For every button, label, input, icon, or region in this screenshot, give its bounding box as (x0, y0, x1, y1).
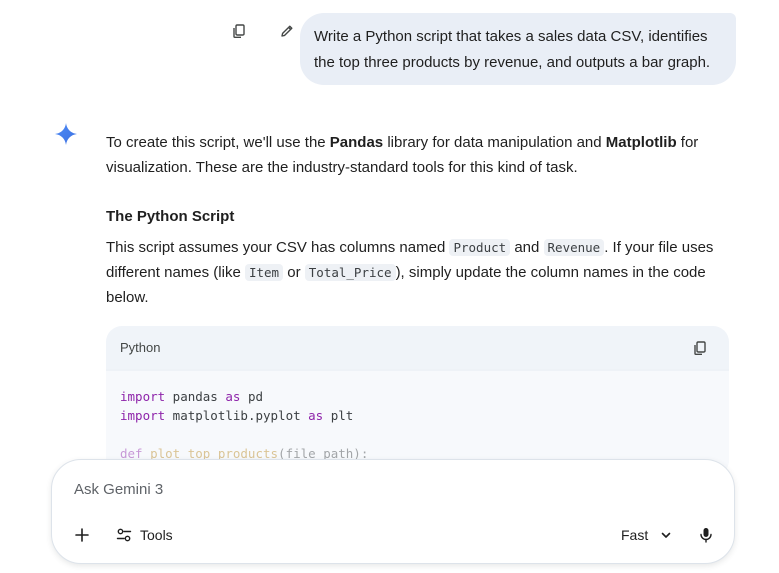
inline-code-total-price: Total_Price (304, 264, 396, 281)
chat-page: Write a Python script that takes a sales… (0, 0, 779, 573)
code-text: pd (240, 389, 264, 404)
section-heading: The Python Script (106, 208, 235, 225)
prompt-composer: Tools Fast (51, 459, 735, 564)
code-keyword: as (225, 389, 241, 404)
add-attachment-button[interactable] (69, 522, 95, 548)
code-keyword: import (120, 408, 166, 423)
user-message-bubble: Write a Python script that takes a sales… (300, 13, 736, 85)
response-intro: To create this script, we'll use the Pan… (106, 130, 730, 180)
user-message-line: Write a Python script that takes a sales… (314, 28, 708, 45)
tools-label: Tools (140, 527, 173, 543)
mode-label: Fast (621, 527, 649, 543)
code-block-header: Python (106, 326, 729, 369)
text: library for data manipulation and (383, 134, 606, 151)
code-line: import matplotlib.pyplot as plt (120, 406, 715, 425)
model-response: To create this script, we'll use the Pan… (106, 130, 730, 310)
code-text: pandas (165, 389, 226, 404)
inline-code-item: Item (244, 264, 284, 281)
edit-prompt-button[interactable] (274, 18, 300, 44)
code-keyword: import (120, 389, 166, 404)
microphone-icon (700, 528, 712, 543)
copy-icon (233, 24, 245, 38)
copy-code-button[interactable] (687, 335, 713, 361)
code-text: matplotlib.pyplot (165, 408, 309, 423)
tools-sliders-icon (116, 528, 132, 542)
matplotlib-bold: Matplotlib (605, 134, 677, 151)
text: To create this script, we'll use the (106, 134, 330, 151)
code-block: Python import pandas as pd import matplo… (106, 326, 729, 476)
text: or (283, 264, 305, 281)
model-mode-dropdown[interactable]: Fast (621, 524, 672, 546)
copy-icon (694, 340, 706, 355)
inline-code-product: Product (449, 239, 511, 256)
inline-code-revenue: Revenue (543, 239, 605, 256)
code-text: plt (323, 408, 354, 423)
chevron-down-icon (661, 532, 671, 538)
prompt-input[interactable] (74, 478, 674, 500)
response-paragraph: This script assumes your CSV has columns… (106, 235, 730, 310)
user-message-line: the top three products by revenue, and o… (314, 54, 711, 71)
pandas-bold: Pandas (329, 134, 384, 151)
plus-icon (75, 528, 89, 542)
copy-prompt-button[interactable] (226, 18, 252, 44)
code-keyword: as (308, 408, 324, 423)
text: and (510, 239, 544, 256)
text: This script assumes your CSV has columns… (106, 239, 450, 256)
pencil-icon (281, 25, 293, 37)
code-language-label: Python (120, 340, 161, 355)
code-line: import pandas as pd (120, 387, 715, 406)
user-message-actions (226, 18, 300, 44)
tools-button[interactable]: Tools (116, 524, 173, 546)
gemini-sparkle-icon (55, 123, 77, 145)
microphone-button[interactable] (693, 522, 719, 548)
